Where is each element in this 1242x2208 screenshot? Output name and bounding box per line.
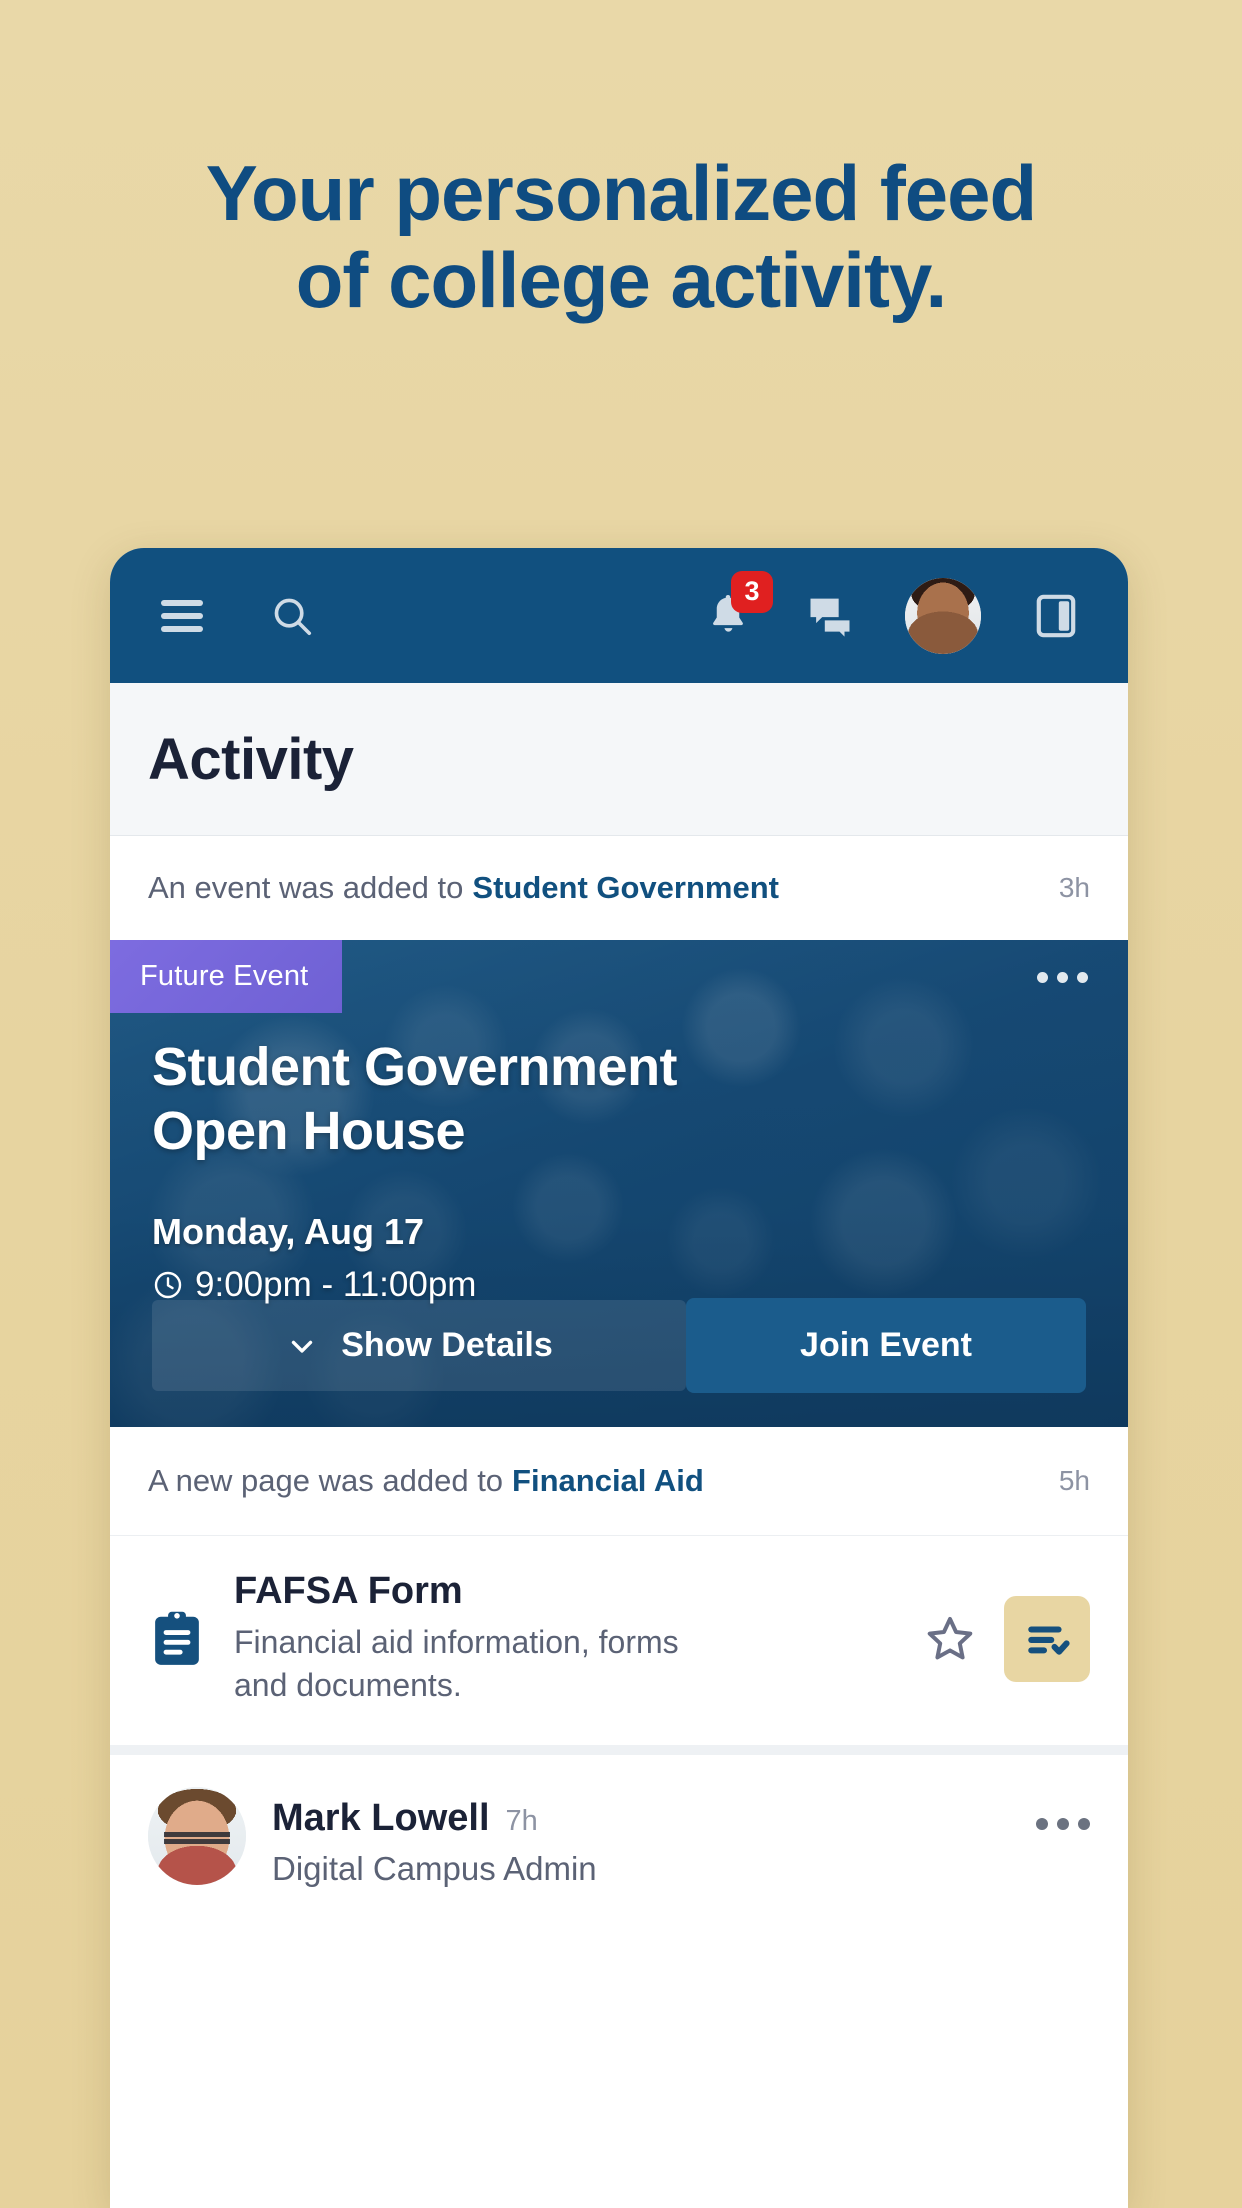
- join-event-button[interactable]: Join Event: [686, 1298, 1086, 1393]
- chat-bubbles-icon: [810, 598, 850, 637]
- promo-headline-line2: of college activity.: [295, 236, 947, 325]
- page-meta-time: 5h: [1058, 1465, 1090, 1496]
- doc-text: FAFSA Form Financial aid information, fo…: [234, 1570, 894, 1707]
- post-overflow-menu[interactable]: [1036, 1804, 1090, 1831]
- notification-badge: 3: [731, 570, 773, 613]
- post-main: Mark Lowell 7h Digital Campus Admin: [272, 1787, 1090, 1888]
- doc-actions: [922, 1595, 1090, 1682]
- doc-icon-wrap: [148, 1610, 206, 1668]
- post-author-role: Digital Campus Admin: [272, 1850, 597, 1888]
- clock-icon: [154, 1272, 182, 1299]
- event-title: Student Government Open House: [152, 1037, 678, 1161]
- clipboard-icon: [155, 1611, 199, 1665]
- doc-description: Financial aid information, forms and doc…: [234, 1624, 679, 1704]
- post-time: 7h: [505, 1805, 538, 1838]
- promo-screenshot: Your personalized feed of college activi…: [0, 0, 1242, 2208]
- messages-button[interactable]: [803, 589, 857, 643]
- page-title: Activity: [148, 726, 354, 792]
- future-event-badge: Future Event: [110, 940, 343, 1013]
- promo-headline: Your personalized feed of college activi…: [0, 149, 1242, 325]
- promo-headline-line1: Your personalized feed: [205, 149, 1037, 237]
- show-details-label: Show Details: [341, 1326, 553, 1364]
- event-actions: Show Details Join Event: [152, 1298, 1086, 1393]
- search-icon: [274, 598, 312, 635]
- activity-header: Activity: [110, 683, 1128, 836]
- event-body: Student Government Open House Monday, Au…: [110, 1036, 1128, 1305]
- glasses-detail: [163, 1832, 231, 1845]
- feed-meta-page: A new page was added to Financial Aid 5h: [110, 1427, 1128, 1536]
- phone-mockup: 3 Activity An event was added to Student…: [110, 548, 1128, 2208]
- doc-title: FAFSA Form: [234, 1570, 463, 1612]
- nav-right-group: 3: [701, 570, 1083, 654]
- feed-meta-prefix: An event was added to: [148, 870, 464, 905]
- show-details-button[interactable]: Show Details: [152, 1300, 686, 1391]
- event-card[interactable]: Future Event Student Government Open Hou…: [110, 940, 1128, 1427]
- nav-left-group: [155, 589, 319, 643]
- task-list-icon: [1028, 1626, 1070, 1655]
- post-avatar[interactable]: [148, 1787, 246, 1886]
- page-meta-prefix: A new page was added to: [148, 1463, 504, 1498]
- notifications-button[interactable]: 3: [701, 570, 773, 643]
- tasks-button[interactable]: [1004, 1595, 1090, 1682]
- post-name-line: Mark Lowell 7h: [272, 1797, 1090, 1840]
- profile-avatar[interactable]: [905, 577, 981, 654]
- event-overflow-menu[interactable]: [1037, 972, 1088, 983]
- search-button[interactable]: [265, 589, 319, 643]
- avatar-image: [905, 577, 981, 654]
- feed-meta-time: 3h: [1058, 872, 1090, 903]
- post-author-name[interactable]: Mark Lowell: [272, 1797, 490, 1840]
- feed-meta-group-link[interactable]: Student Government: [472, 870, 779, 906]
- menu-button[interactable]: [155, 589, 209, 643]
- document-row[interactable]: FAFSA Form Financial aid information, fo…: [110, 1536, 1128, 1756]
- star-icon: [927, 1616, 973, 1660]
- page-meta-group-link[interactable]: Financial Aid: [512, 1463, 704, 1499]
- chevron-down-icon: [291, 1340, 313, 1353]
- panel-icon: [1036, 594, 1076, 637]
- event-date: Monday, Aug 17: [152, 1211, 425, 1253]
- app-top-nav: 3: [110, 548, 1128, 683]
- favorite-button[interactable]: [922, 1611, 978, 1667]
- post-row[interactable]: Mark Lowell 7h Digital Campus Admin: [110, 1755, 1128, 1889]
- feed-meta-event: An event was added to Student Government…: [110, 836, 1128, 940]
- hamburger-icon: [161, 593, 203, 639]
- side-panel-button[interactable]: [1029, 589, 1083, 643]
